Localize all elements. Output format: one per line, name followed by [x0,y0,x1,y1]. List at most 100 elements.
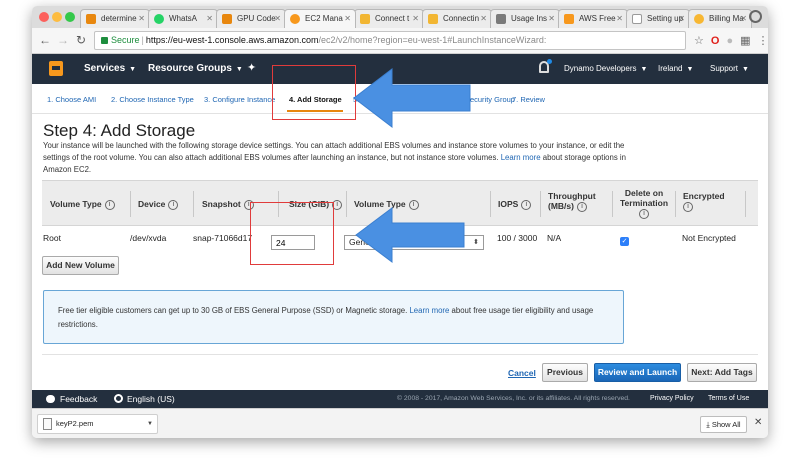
tab-close-icon[interactable]: ✕ [412,10,419,28]
tab-favicon-icon [290,14,300,24]
add-new-volume-button[interactable]: Add New Volume [42,256,119,275]
cell-snapshot: snap-71066d17 [193,233,253,243]
tab-close-icon[interactable]: ✕ [548,10,555,28]
profile-icon[interactable] [749,10,762,23]
browser-tab[interactable]: GPU Code ✕ [216,9,286,28]
pin-icon[interactable]: ✦ [247,61,256,74]
info-icon[interactable]: i [683,201,693,212]
browser-tab[interactable]: Usage Ins ✕ [490,9,560,28]
browser-tab[interactable]: Billing Ma ✕ [688,9,752,28]
column-separator [346,191,347,217]
tab-close-icon[interactable]: ✕ [274,10,281,28]
tab-close-icon[interactable]: ✕ [616,10,623,28]
tab-favicon-icon [496,14,506,24]
downloads-shelf: keyP2.pem ▼ ⤓ Show All ✕ [32,408,768,438]
account-menu[interactable]: Dynamo Developers ▼ [564,64,647,73]
browser-tab[interactable]: WhatsA ✕ [148,9,218,28]
header-label: Volume Type [50,199,102,209]
info-icon[interactable]: i [576,201,587,212]
tab-favicon-icon [360,14,370,24]
services-menu[interactable]: Services ▼ [84,63,136,74]
privacy-policy-link[interactable]: Privacy Policy [650,395,694,402]
header-iops: IOPS i [498,199,532,210]
info-box-text: Free tier eligible customers can get up … [58,304,613,332]
url-path: /ec2/v2/home?region=eu-west-1#LaunchInst… [318,35,547,45]
browser-tab[interactable]: determine ✕ [80,9,150,28]
tab-close-icon[interactable]: ✕ [740,10,747,28]
account-label: Dynamo Developers [564,64,637,73]
annotation-box-size [250,202,334,265]
url-separator: | [141,35,144,45]
bookmark-star-icon[interactable]: ☆ [694,33,704,49]
header-delete-on-termination: Delete on Termination i [620,188,668,219]
info-learn-more-link[interactable]: Learn more [409,306,449,315]
feedback-link[interactable]: Feedback [46,394,97,404]
tab-close-icon[interactable]: ✕ [480,10,487,28]
intro-learn-more-link[interactable]: Learn more [501,153,541,162]
next-add-tags-button[interactable]: Next: Add Tags [687,363,757,382]
browser-tab[interactable]: Connect t ✕ [354,9,424,28]
step-choose-instance-type[interactable]: 2. Choose Instance Type [111,95,194,104]
header-label: Delete on [624,188,664,198]
address-bar[interactable]: Secure | https://eu-west-1.console.aws.ama… [94,31,686,50]
aws-cube-logo[interactable] [49,61,63,76]
secure-label: Secure [111,35,140,45]
header-snapshot: Snapshot i [202,199,254,210]
minimize-window-button[interactable] [52,12,62,22]
review-and-launch-button[interactable]: Review and Launch [594,363,681,382]
delete-on-termination-checkbox[interactable]: ✓ [620,237,629,246]
column-separator [612,191,613,217]
header-label: Throughput [548,191,596,201]
download-item[interactable]: keyP2.pem ▼ [37,414,158,434]
forward-arrow-icon[interactable]: → [56,33,70,47]
cancel-link[interactable]: Cancel [508,368,536,378]
browser-tab[interactable]: Setting up ✕ [626,9,690,28]
step-configure-instance[interactable]: 3. Configure Instance [204,95,275,104]
header-device: Device i [138,199,179,210]
extension-grid-icon[interactable]: ▦ [740,33,750,49]
chevron-down-icon[interactable]: ▼ [147,415,153,433]
previous-button[interactable]: Previous [542,363,588,382]
step-review[interactable]: 7. Review [512,95,545,104]
step-choose-ami[interactable]: 1. Choose AMI [47,95,96,104]
tab-close-icon[interactable]: ✕ [138,10,145,28]
tab-close-icon[interactable]: ✕ [206,10,213,28]
header-label: Encrypted [683,191,725,201]
globe-icon [114,394,123,403]
language-label: English (US) [127,394,175,404]
console-footer: Feedback English (US) © 2008 - 2017, Ama… [32,390,768,408]
browser-menu-icon[interactable]: ⋮ [758,33,769,49]
maximize-window-button[interactable] [65,12,75,22]
terms-of-use-link[interactable]: Terms of Use [708,395,749,402]
region-menu[interactable]: Ireland ▼ [658,64,693,73]
browser-tab[interactable]: Connectin ✕ [422,9,492,28]
close-window-button[interactable] [39,12,49,22]
close-icon[interactable]: ✕ [754,417,762,428]
browser-tab-active[interactable]: EC2 Mana ✕ [284,9,356,28]
tab-close-icon[interactable]: ✕ [344,10,351,28]
cell-throughput: N/A [547,233,562,243]
browser-tab[interactable]: AWS Free ✕ [558,9,628,28]
show-all-downloads-button[interactable]: ⤓ Show All [700,416,747,433]
annotation-arrow-icon [353,67,471,129]
column-separator [540,191,541,217]
header-label: (MB/s) [548,201,574,211]
reload-icon[interactable]: ↻ [74,33,88,47]
extension-circle-icon[interactable]: ● [726,33,733,49]
file-icon [43,418,52,430]
info-icon[interactable]: i [168,199,179,210]
annotation-box-step [272,65,356,120]
info-icon[interactable]: i [521,199,532,210]
opera-extension-icon[interactable]: O [711,33,720,49]
tab-strip: determine ✕ WhatsA ✕ GPU Code ✕ EC2 Mana… [32,6,768,28]
support-menu[interactable]: Support ▼ [710,64,749,73]
info-icon[interactable]: i [104,199,115,210]
info-icon[interactable]: i [639,209,649,219]
region-label: Ireland [658,64,683,73]
tab-label: Usage Ins [511,14,548,23]
resource-groups-menu[interactable]: Resource Groups ▼ [148,63,243,74]
tab-close-icon[interactable]: ✕ [678,10,685,28]
column-separator [745,191,746,217]
back-arrow-icon[interactable]: ← [38,33,52,47]
language-selector[interactable]: English (US) [114,394,175,404]
